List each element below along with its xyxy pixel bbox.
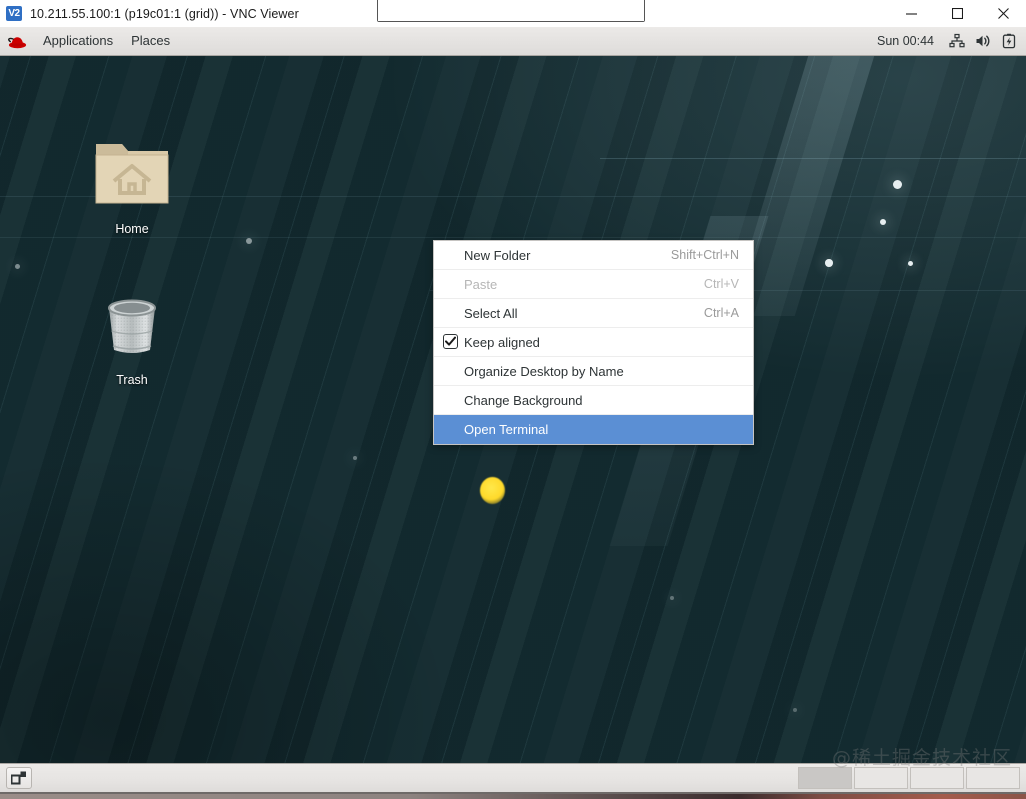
menu-item-change-background[interactable]: Change Background (434, 386, 753, 415)
wallpaper-dot (793, 708, 797, 712)
click-indicator (480, 477, 505, 504)
workspace-3[interactable] (910, 767, 964, 789)
desktop-icon-trash[interactable]: Trash (84, 284, 180, 387)
wallpaper-dot (825, 259, 833, 267)
menu-item-label: Open Terminal (464, 422, 549, 437)
remote-desktop: Applications Places Sun 00:44 Home Trash… (0, 27, 1026, 792)
wallpaper-dot (246, 238, 252, 244)
menu-item-accel: Shift+Ctrl+N (670, 248, 739, 262)
vnc-toolbar-tab[interactable] (377, 0, 645, 22)
maximize-button[interactable] (934, 0, 980, 27)
vnc-viewer-window: V2 10.211.55.100:1 (p19c01:1 (grid)) - V… (0, 0, 1026, 799)
menu-item-label: Select All (464, 305, 518, 321)
desktop-icon-home[interactable]: Home (84, 133, 180, 236)
watermark-text: @稀土掘金技术社区 (831, 747, 1012, 769)
menu-item-select-all[interactable]: Select All Ctrl+A (434, 299, 753, 328)
trash-icon (108, 299, 156, 353)
wallpaper-line (0, 237, 1026, 238)
workspace-4[interactable] (966, 767, 1020, 789)
gnome-bottom-taskbar: @稀土掘金技术社区 (0, 747, 1026, 792)
redhat-logo-icon (8, 34, 27, 49)
show-desktop-button[interactable] (6, 767, 32, 789)
wallpaper-line (600, 158, 1026, 159)
menu-item-organize-desktop-by-name[interactable]: Organize Desktop by Name (434, 357, 753, 386)
wallpaper-dot (893, 180, 902, 189)
menu-item-label: Keep aligned (464, 334, 540, 350)
vnc-app-icon: V2 (6, 6, 22, 21)
menu-item-keep-aligned[interactable]: Keep aligned (434, 328, 753, 357)
menu-item-new-folder[interactable]: New Folder Shift+Ctrl+N (434, 241, 753, 270)
wallpaper-dot (670, 596, 674, 600)
close-button[interactable] (980, 0, 1026, 27)
folder-home-icon (95, 144, 169, 204)
gnome-top-panel: Applications Places Sun 00:44 (0, 27, 1026, 56)
workspace-1[interactable] (798, 767, 852, 789)
desktop-icon-label: Home (115, 222, 149, 236)
bottom-edge-strip (0, 792, 1026, 799)
menu-item-label: Paste (464, 276, 498, 292)
desktop-context-menu: New Folder Shift+Ctrl+N Paste Ctrl+V Sel… (433, 240, 754, 445)
checkbox-checked-icon[interactable] (443, 334, 458, 349)
menu-item-label: New Folder (464, 247, 531, 263)
panel-menu-places[interactable]: Places (122, 27, 179, 55)
menu-item-accel: Ctrl+V (703, 277, 739, 291)
menu-item-label: Organize Desktop by Name (464, 363, 624, 379)
volume-icon[interactable] (972, 30, 994, 52)
network-icon[interactable] (946, 30, 968, 52)
panel-tray: Sun 00:44 (877, 27, 1026, 55)
wallpaper-dot (880, 219, 886, 225)
workspace-2[interactable] (854, 767, 908, 789)
wallpaper-dot (15, 264, 20, 269)
battery-icon[interactable] (998, 30, 1020, 52)
panel-clock[interactable]: Sun 00:44 (877, 34, 934, 48)
menu-item-open-terminal[interactable]: Open Terminal (434, 415, 753, 444)
panel-menu-applications[interactable]: Applications (34, 27, 122, 55)
window-title: 10.211.55.100:1 (p19c01:1 (grid)) - VNC … (30, 6, 299, 21)
desktop-icon-label: Trash (116, 373, 148, 387)
menu-item-label: Change Background (464, 392, 583, 408)
menu-item-paste[interactable]: Paste Ctrl+V (434, 270, 753, 299)
wallpaper-dot (908, 261, 913, 266)
minimize-button[interactable] (888, 0, 934, 27)
wallpaper-dot (353, 456, 357, 460)
menu-item-accel: Ctrl+A (703, 306, 739, 320)
workspace-switcher[interactable] (798, 767, 1020, 789)
